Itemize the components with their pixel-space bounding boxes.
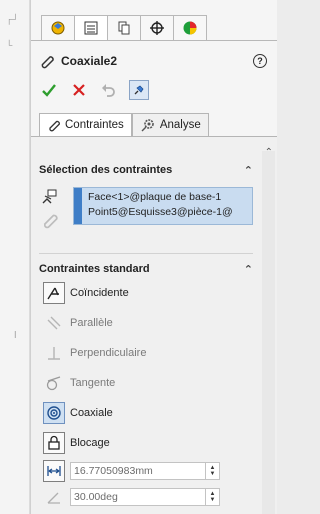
constraint-label: Coïncidente bbox=[70, 287, 129, 299]
analysis-gear-icon bbox=[141, 119, 154, 132]
face-selection-icon bbox=[42, 189, 57, 204]
constraint-lock[interactable]: Blocage bbox=[43, 428, 253, 458]
standard-section: Contraintes standard ⌃ Coïncidente Paral… bbox=[39, 253, 253, 510]
appearance-icon bbox=[183, 21, 197, 35]
selection-list[interactable]: Face<1>@plaque de base-1 Point5@Esquisse… bbox=[73, 187, 253, 225]
action-buttons bbox=[39, 80, 149, 100]
constraint-perpendicular[interactable]: Perpendiculaire bbox=[43, 338, 253, 368]
property-manager-panel: Coaxiale2 ? Contraintes Analyse ⌃ Sélect… bbox=[30, 0, 277, 514]
constraint-label: Parallèle bbox=[70, 317, 113, 329]
distance-row: 16.77050983mm ▲ ▼ bbox=[43, 458, 253, 484]
constraint-tangent[interactable]: Tangente bbox=[43, 368, 253, 398]
selection-item[interactable]: Point5@Esquisse3@pièce-1@ bbox=[88, 205, 252, 220]
feature-manager-tab[interactable] bbox=[41, 15, 75, 41]
mate-ghost-icon bbox=[43, 214, 58, 229]
constraint-label: Perpendiculaire bbox=[70, 347, 147, 359]
constraint-label: Blocage bbox=[70, 437, 110, 449]
feature-tree-icon bbox=[51, 21, 65, 35]
dimxpert-manager-tab[interactable] bbox=[140, 15, 174, 41]
lock-icon bbox=[43, 432, 65, 454]
constraint-coincident[interactable]: Coïncidente bbox=[43, 278, 253, 308]
vertical-scrollbar[interactable] bbox=[262, 151, 275, 514]
selection-heading: Sélection des contraintes bbox=[39, 164, 173, 176]
ok-button[interactable] bbox=[39, 80, 59, 100]
toolbar-divider bbox=[31, 40, 277, 41]
cancel-button[interactable] bbox=[69, 80, 89, 100]
configuration-manager-tab[interactable] bbox=[107, 15, 141, 41]
property-manager-tab[interactable] bbox=[74, 15, 108, 41]
left-gutter: ┌┘ └ ⅼ bbox=[0, 0, 30, 514]
property-content: ⌃ Sélection des contraintes ⌃ Face<1>@pl… bbox=[31, 137, 277, 514]
standard-header[interactable]: Contraintes standard ⌃ bbox=[39, 260, 253, 278]
tab-analysis-label: Analyse bbox=[159, 119, 201, 131]
property-manager-icon bbox=[84, 21, 98, 35]
crosshair-icon bbox=[150, 21, 164, 35]
tangent-icon bbox=[43, 372, 65, 394]
distance-icon[interactable] bbox=[43, 460, 65, 482]
manager-tabs bbox=[41, 15, 207, 41]
tree-mark-icon: ⅼ bbox=[14, 330, 17, 340]
collapse-chevron-icon[interactable]: ⌃ bbox=[244, 263, 253, 276]
distance-value: 16.77050983mm bbox=[74, 465, 153, 477]
mate-ghost-icon-wrap bbox=[41, 211, 59, 232]
standard-heading: Contraintes standard bbox=[39, 263, 150, 275]
selection-header[interactable]: Sélection des contraintes ⌃ bbox=[39, 161, 253, 179]
tree-mark-icon: ┌┘ bbox=[6, 14, 19, 24]
help-icon[interactable]: ? bbox=[253, 54, 267, 68]
tab-constraints-label: Contraintes bbox=[65, 119, 124, 131]
parallel-icon bbox=[43, 312, 65, 334]
feature-title-row: Coaxiale2 ? bbox=[39, 52, 267, 70]
angle-row: 30.00deg ▲ ▼ bbox=[43, 484, 253, 510]
undo-button[interactable] bbox=[99, 80, 119, 100]
constraint-label: Coaxiale bbox=[70, 407, 113, 419]
close-icon bbox=[73, 84, 85, 96]
distance-spinner[interactable]: ▲ ▼ bbox=[205, 463, 219, 479]
mate-icon bbox=[49, 120, 60, 132]
distance-field[interactable]: 16.77050983mm ▲ ▼ bbox=[70, 462, 220, 480]
constraint-coaxial[interactable]: Coaxiale bbox=[43, 398, 253, 428]
constraint-parallel[interactable]: Parallèle bbox=[43, 308, 253, 338]
perpendicular-icon bbox=[43, 342, 65, 364]
pin-button[interactable] bbox=[129, 80, 149, 100]
page-title: Coaxiale2 bbox=[61, 54, 118, 68]
angle-value: 30.00deg bbox=[74, 491, 118, 503]
angle-spinner[interactable]: ▲ ▼ bbox=[205, 489, 219, 505]
selection-icon bbox=[41, 187, 61, 210]
pushpin-icon bbox=[134, 85, 144, 95]
tab-constraints[interactable]: Contraintes bbox=[39, 113, 132, 137]
property-tabs: Contraintes Analyse bbox=[39, 113, 209, 137]
mate-icon bbox=[41, 56, 54, 69]
coaxial-icon bbox=[43, 402, 65, 424]
selection-section: Sélection des contraintes ⌃ Face<1>@plaq… bbox=[39, 161, 253, 229]
checkmark-icon bbox=[42, 84, 56, 97]
angle-field[interactable]: 30.00deg ▲ ▼ bbox=[70, 488, 220, 506]
tab-analysis[interactable]: Analyse bbox=[131, 113, 209, 137]
tree-mark-icon: └ bbox=[6, 40, 13, 50]
selection-strip bbox=[74, 188, 82, 224]
undo-icon bbox=[102, 84, 115, 97]
display-manager-tab[interactable] bbox=[173, 15, 207, 41]
angle-icon[interactable] bbox=[43, 486, 65, 508]
configuration-icon bbox=[118, 21, 130, 35]
collapse-chevron-icon[interactable]: ⌃ bbox=[244, 164, 253, 177]
coincident-icon bbox=[43, 282, 65, 304]
scroll-up-arrow-icon[interactable]: ⌃ bbox=[265, 147, 273, 158]
section-divider bbox=[39, 253, 253, 254]
constraint-label: Tangente bbox=[70, 377, 116, 389]
selection-item[interactable]: Face<1>@plaque de base-1 bbox=[88, 190, 252, 205]
